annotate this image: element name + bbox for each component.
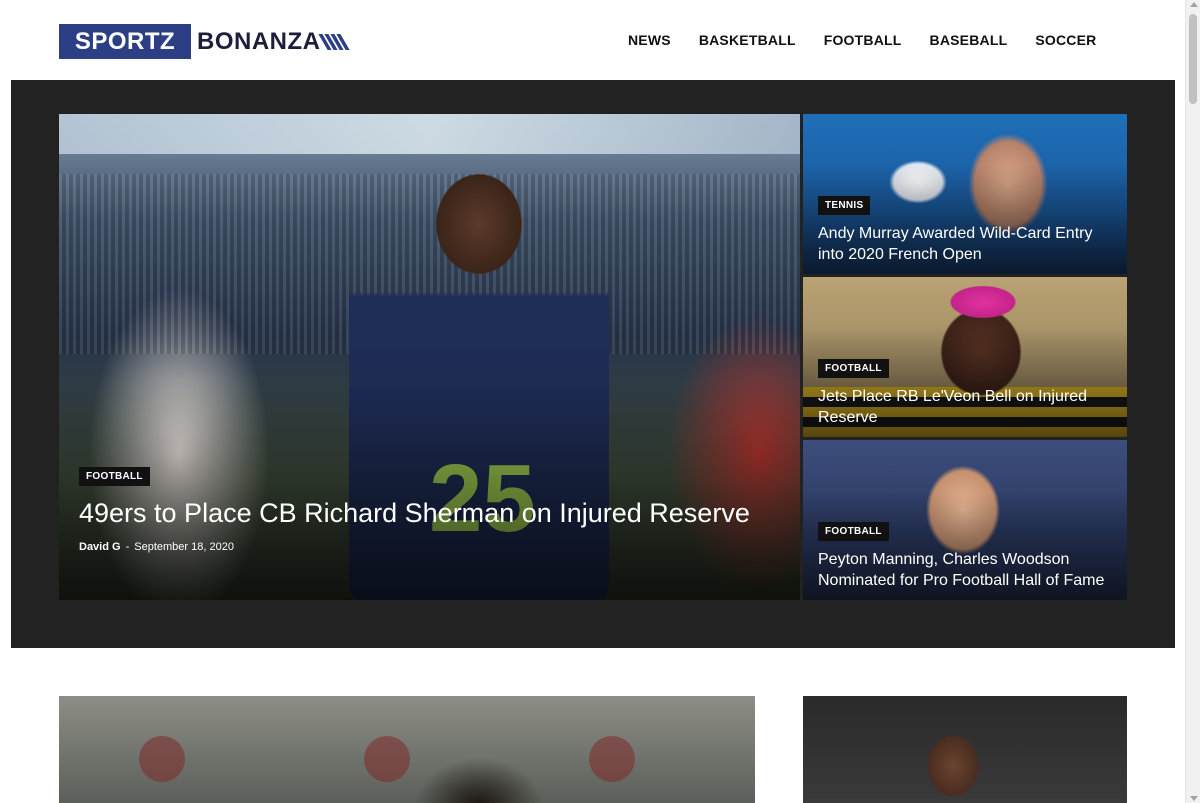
logo-text: BONANZA (197, 27, 321, 55)
category-tag[interactable]: FOOTBALL (79, 467, 150, 486)
nav-item-news[interactable]: NEWS (614, 32, 685, 48)
author-name[interactable]: David G (79, 541, 121, 553)
site-header: SPORTZ BONANZA NEWS BASKETBALL FOOTBALL … (0, 0, 1185, 80)
category-tag[interactable]: FOOTBALL (818, 522, 889, 541)
publish-date: September 18, 2020 (134, 541, 234, 553)
scroll-up-arrow-icon[interactable] (1190, 2, 1198, 7)
site-logo[interactable]: SPORTZ BONANZA (59, 24, 350, 59)
nav-item-soccer[interactable]: SOCCER (1021, 32, 1110, 48)
byline: David G - September 18, 2020 (79, 541, 759, 553)
scroll-down-arrow-icon[interactable] (1190, 796, 1198, 801)
side-article-title[interactable]: Peyton Manning, Charles Woodson Nominate… (818, 549, 1118, 591)
side-article-title[interactable]: Jets Place RB Le'Veon Bell on Injured Re… (818, 386, 1118, 428)
category-tag[interactable]: TENNIS (818, 196, 871, 215)
featured-article-card[interactable]: 25 FOOTBALL 49ers to Place CB Richard Sh… (59, 114, 800, 600)
category-tag[interactable]: FOOTBALL (818, 359, 889, 378)
logo-stripes-icon (317, 33, 350, 50)
side-article-meta: TENNIS Andy Murray Awarded Wild-Card Ent… (818, 195, 1118, 265)
page-scrollbar[interactable] (1185, 0, 1200, 803)
byline-separator: - (125, 541, 130, 553)
background-badge-icon (364, 736, 410, 782)
side-article-card[interactable]: FOOTBALL Peyton Manning, Charles Woodson… (803, 440, 1127, 600)
nav-item-football[interactable]: FOOTBALL (810, 32, 916, 48)
background-badge-icon (589, 736, 635, 782)
side-article-meta: FOOTBALL Peyton Manning, Charles Woodson… (818, 521, 1118, 591)
side-article-meta: FOOTBALL Jets Place RB Le'Veon Bell on I… (818, 358, 1118, 428)
side-article-card[interactable]: FOOTBALL Jets Place RB Le'Veon Bell on I… (803, 277, 1127, 437)
logo-box-text: SPORTZ (59, 24, 191, 59)
nav-item-baseball[interactable]: BASEBALL (916, 32, 1022, 48)
article-thumbnail-large[interactable] (59, 696, 755, 803)
background-badge-icon (139, 736, 185, 782)
featured-article-meta: FOOTBALL 49ers to Place CB Richard Sherm… (79, 466, 759, 553)
main-nav: NEWS BASKETBALL FOOTBALL BASEBALL SOCCER (614, 24, 1110, 56)
side-article-title[interactable]: Andy Murray Awarded Wild-Card Entry into… (818, 223, 1118, 265)
nav-item-basketball[interactable]: BASKETBALL (685, 32, 810, 48)
article-thumbnail-small[interactable] (803, 696, 1127, 803)
featured-article-title[interactable]: 49ers to Place CB Richard Sherman on Inj… (79, 496, 759, 530)
scroll-thumb[interactable] (1189, 14, 1197, 104)
side-article-card[interactable]: TENNIS Andy Murray Awarded Wild-Card Ent… (803, 114, 1127, 274)
